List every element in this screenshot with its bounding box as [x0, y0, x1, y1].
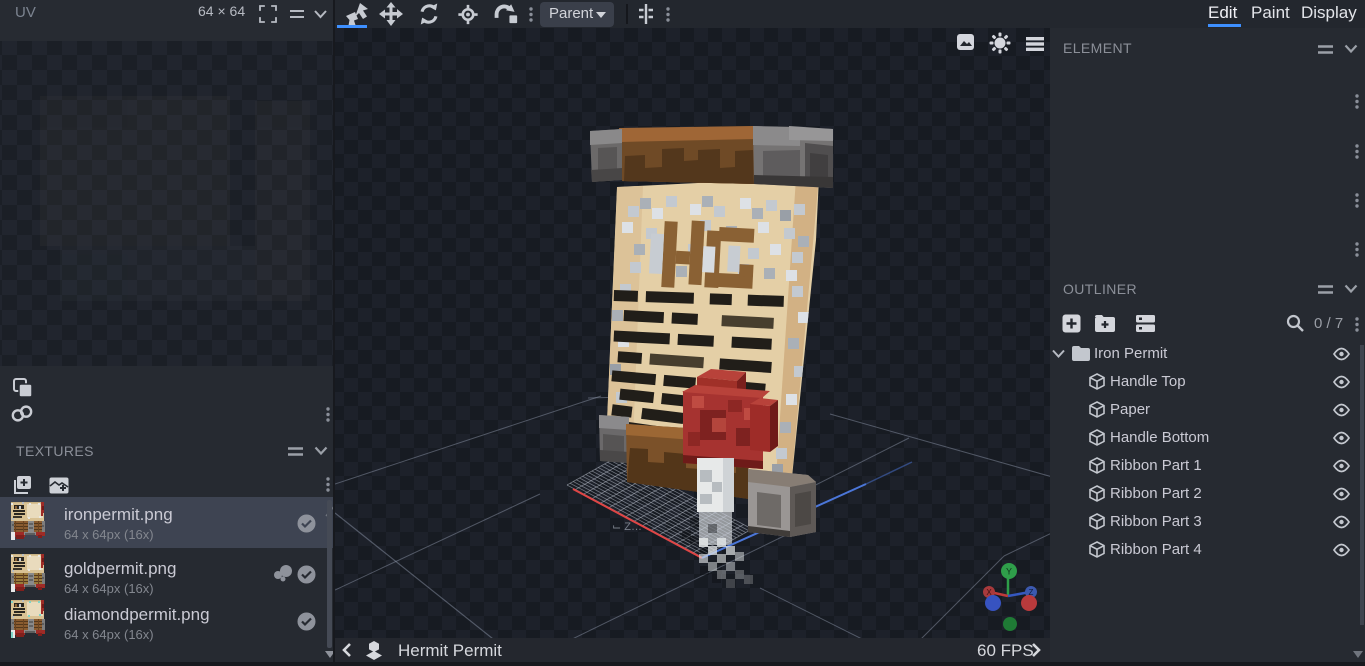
- svg-text:Y: Y: [1006, 567, 1012, 577]
- svg-text:⌙ Z…: ⌙ Z…: [612, 521, 642, 533]
